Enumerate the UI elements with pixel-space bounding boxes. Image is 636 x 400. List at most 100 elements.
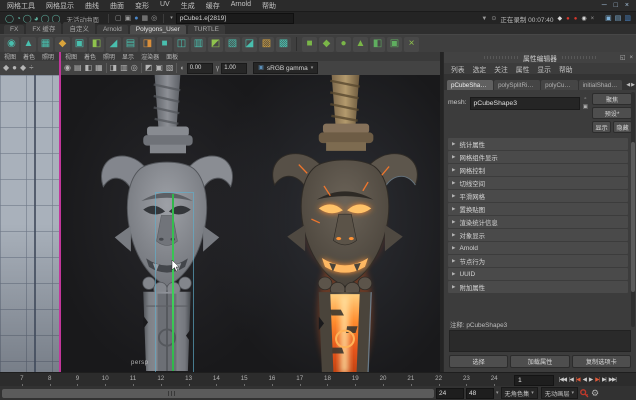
ae-footer-button[interactable]: 复制选项卡 xyxy=(572,355,631,368)
shelf-tab[interactable]: Polygons_User xyxy=(130,25,186,34)
history-icon[interactable]: ▣ xyxy=(125,15,132,22)
ae-node-tab[interactable]: polySplitRing3 xyxy=(494,80,540,90)
shelf-tool-icon[interactable]: ▦ xyxy=(38,37,53,52)
workspace-icon[interactable]: ▣ xyxy=(605,15,612,22)
selection-field[interactable]: pCube1.e[2819] xyxy=(176,13,294,24)
window-control-icon[interactable]: × xyxy=(625,2,629,9)
shelf-tool-icon[interactable]: ◨ xyxy=(140,37,155,52)
shelf-tool-icon[interactable]: ◧ xyxy=(370,37,385,52)
tab-scroll-left-icon[interactable]: ◀ xyxy=(626,82,630,88)
recorder-icon[interactable]: ◉ xyxy=(581,16,586,22)
playback-button[interactable]: ▶| xyxy=(594,377,600,383)
exposure-field[interactable]: 0.00 xyxy=(187,63,213,74)
shelf-tool-icon[interactable]: ▣ xyxy=(387,37,402,52)
drag-grip[interactable] xyxy=(484,56,518,59)
history-icon[interactable]: ▦ xyxy=(141,15,148,22)
anim-option-menu[interactable]: 无动画层 ▾ xyxy=(541,387,578,399)
shelf-tab[interactable]: Arnold xyxy=(97,25,128,34)
preferences-gear-icon[interactable]: ⚙ xyxy=(591,389,599,398)
attribute-section-header[interactable]: ▶ 切线空间 xyxy=(448,177,628,189)
panel-toolbar-icon[interactable]: ● xyxy=(12,64,17,72)
history-icon[interactable]: ▢ xyxy=(115,15,122,22)
viewport-canvas[interactable]: persp xyxy=(61,75,440,372)
notes-textarea[interactable] xyxy=(449,330,631,352)
playback-end-field[interactable]: 24 xyxy=(436,388,464,399)
shelf-tool-icon[interactable]: ◉ xyxy=(4,37,19,52)
shelf-tab[interactable]: TURTLE xyxy=(188,25,225,34)
shelf-tool-icon[interactable]: ■ xyxy=(157,37,172,52)
recorder-icon[interactable]: ● xyxy=(566,16,570,22)
attribute-editor-titlebar[interactable]: 属性编辑器 ◱× xyxy=(444,52,636,63)
range-slider-fill[interactable] xyxy=(2,389,434,398)
panel-toolbar-icon[interactable]: ◆ xyxy=(3,64,9,72)
panel-menu-item[interactable]: 视图 xyxy=(4,52,16,61)
perspective-viewport[interactable]: 视图着色照明显示渲染器面板 ◉▤◧▦◨▥◎◩▣▧ ◐ 0.00 γ 1.00 ▣… xyxy=(61,52,440,372)
menu-item[interactable]: 曲线 xyxy=(85,1,99,11)
shelf-tool-icon[interactable]: × xyxy=(404,37,419,52)
hide-button[interactable]: 隐藏 xyxy=(613,121,632,133)
attribute-section-header[interactable]: ▶ UUID xyxy=(448,268,628,280)
shelf-tool-icon[interactable]: ▨ xyxy=(259,37,274,52)
attribute-section-header[interactable]: ▶ 附加属性 xyxy=(448,281,628,293)
history-icon[interactable]: ● xyxy=(134,15,138,22)
recorder-icon[interactable]: × xyxy=(591,16,595,22)
time-slider[interactable]: 789101112131415161718192021222324 1 |◀◀|… xyxy=(0,372,636,387)
ae-footer-button[interactable]: 加载属性 xyxy=(510,355,569,368)
gamma-icon[interactable]: γ xyxy=(216,65,220,72)
viewport-toolbar-icon[interactable] xyxy=(106,63,107,73)
titlebar-icon[interactable]: ◱ xyxy=(620,55,626,61)
recorder-icon[interactable]: ● xyxy=(574,16,578,22)
ae-node-tab[interactable]: initialShading xyxy=(579,80,622,90)
shelf-tool-icon[interactable]: ◫ xyxy=(174,37,189,52)
shelf-tool-icon[interactable]: ▣ xyxy=(72,37,87,52)
playback-button[interactable]: ▶ xyxy=(588,377,593,383)
panel-menu-item[interactable]: 照明 xyxy=(103,52,115,61)
viewport-toolbar-icon[interactable]: ◎ xyxy=(131,64,138,72)
viewport-toolbar-icon[interactable]: ▥ xyxy=(120,64,128,72)
menu-item[interactable]: 网格显示 xyxy=(46,1,74,11)
tab-scroll-right-icon[interactable]: ▶ xyxy=(631,82,635,88)
range-slider-grip[interactable] xyxy=(168,391,176,396)
ae-menu-item[interactable]: 选定 xyxy=(473,64,487,74)
snap-icon[interactable]: ◯ xyxy=(5,15,14,23)
panel-toolbar-icon[interactable]: ◆ xyxy=(20,64,26,72)
anim-option-menu[interactable]: 无角色集 ▾ xyxy=(501,387,538,399)
viewport-toolbar-icon[interactable]: ◩ xyxy=(145,64,153,72)
shelf-tool-icon[interactable]: ◆ xyxy=(319,37,334,52)
attribute-section-header[interactable]: ▶ Arnold xyxy=(448,242,628,254)
playback-button[interactable]: |◀◀ xyxy=(558,377,567,383)
viewport-toolbar-icon[interactable]: ▤ xyxy=(74,64,82,72)
ae-menu-item[interactable]: 列表 xyxy=(451,64,465,74)
menu-item[interactable]: 生成 xyxy=(181,1,195,11)
attribute-section-header[interactable]: ▶ 对象显示 xyxy=(448,229,628,241)
view-transform-dropdown[interactable]: ▣ sRGB gamma ▾ xyxy=(253,62,318,74)
node-option-icon[interactable]: ▣ xyxy=(583,105,588,111)
recorder-icon[interactable]: ⊙ xyxy=(491,16,496,22)
drag-grip[interactable] xyxy=(562,56,596,59)
recorder-icon[interactable]: ▼ xyxy=(481,16,487,22)
recorder-icon[interactable]: ◆ xyxy=(557,16,562,22)
shelf-tool-icon[interactable]: ● xyxy=(336,37,351,52)
scrollbar-thumb[interactable] xyxy=(631,142,635,292)
viewport-toolbar-icon[interactable] xyxy=(141,63,142,73)
shelf-tab[interactable]: 自定义 xyxy=(63,22,95,34)
current-frame-field[interactable]: 1 xyxy=(514,375,554,386)
grid-view[interactable] xyxy=(0,75,59,372)
shelf-tool-icon[interactable]: ▧ xyxy=(225,37,240,52)
side-viewport-panel[interactable]: 视图着色照明显示渲染器面板 ◆●◆÷ xyxy=(0,52,61,372)
attribute-section-header[interactable]: ▶ 平滑网格 xyxy=(448,190,628,202)
attribute-section-header[interactable]: ▶ 统计属性 xyxy=(448,138,628,150)
attribute-section-header[interactable]: ▶ 网格组件显示 xyxy=(448,151,628,163)
focus-button[interactable]: 聚焦 xyxy=(592,93,632,105)
menu-item[interactable]: 网格工具 xyxy=(7,1,35,11)
panel-menu-item[interactable]: 着色 xyxy=(23,52,35,61)
snap-icon[interactable]: ◔ xyxy=(16,15,21,23)
frame-ticks[interactable]: 789101112131415161718192021222324 xyxy=(0,373,508,387)
ae-footer-button[interactable]: 选择 xyxy=(449,355,508,368)
animation-end-field[interactable]: 48 xyxy=(466,388,494,399)
menu-item[interactable]: 曲面 xyxy=(110,1,124,11)
ae-menu-item[interactable]: 帮助 xyxy=(559,64,573,74)
presets-button[interactable]: 预设* xyxy=(592,107,632,119)
lava-sword-model[interactable] xyxy=(261,75,429,372)
range-slider[interactable] xyxy=(2,389,434,398)
